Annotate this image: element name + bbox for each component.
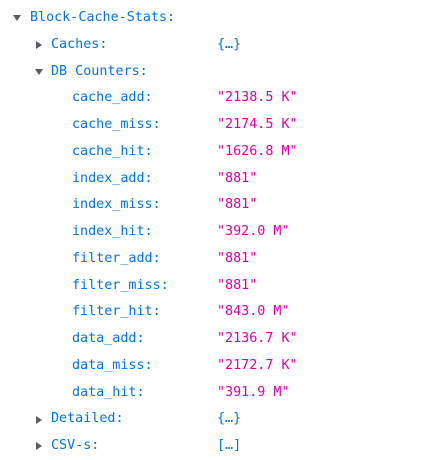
tree-leaf-key: cache_hit: bbox=[72, 143, 153, 159]
tree-leaf-value: "881" bbox=[217, 277, 258, 293]
chevron-right-icon[interactable] bbox=[33, 406, 45, 433]
tree-leaf-key: data_hit: bbox=[72, 384, 145, 400]
tree-node-caches[interactable]: Caches: {…} bbox=[0, 32, 435, 59]
tree-node-key: DB Counters: bbox=[51, 63, 148, 79]
tree-leaf-value: "2136.7 K" bbox=[217, 331, 298, 346]
tree-leaf-cache-miss[interactable]: cache_miss: "2174.5 K" bbox=[0, 112, 435, 139]
chevron-down-icon[interactable] bbox=[11, 5, 23, 32]
tree-leaf-key: index_hit: bbox=[72, 224, 153, 239]
tree-leaf-cache-hit[interactable]: cache_hit: "1626.8 M" bbox=[0, 139, 435, 166]
tree-node-detailed[interactable]: Detailed: {…} bbox=[0, 406, 435, 433]
chevron-right-icon[interactable] bbox=[33, 32, 45, 59]
tree-node-key: CSV-s: bbox=[51, 438, 100, 453]
tree-leaf-filter-miss[interactable]: filter_miss: "881" bbox=[0, 273, 435, 300]
tree-leaf-filter-hit[interactable]: filter_hit: "843.0 M" bbox=[0, 299, 435, 326]
tree-leaf-key: data_miss: bbox=[72, 357, 153, 373]
tree-leaf-value: "843.0 M" bbox=[217, 304, 290, 320]
tree-node-value: {…} bbox=[217, 36, 242, 52]
json-tree-view: Block-Cache-Stats: Caches: {…} DB Counte… bbox=[0, 5, 435, 460]
tree-leaf-value: "2172.7 K" bbox=[217, 357, 298, 373]
tree-leaf-data-hit[interactable]: data_hit: "391.9 M" bbox=[0, 380, 435, 407]
tree-node-value: {…} bbox=[217, 411, 242, 427]
tree-leaf-index-hit[interactable]: index_hit: "392.0 M" bbox=[0, 219, 435, 246]
chevron-right-icon[interactable] bbox=[33, 433, 45, 460]
tree-node-key: Caches: bbox=[51, 36, 108, 52]
chevron-down-icon[interactable] bbox=[33, 59, 45, 86]
tree-node-value: […] bbox=[217, 438, 242, 453]
tree-leaf-cache-add[interactable]: cache_add: "2138.5 K" bbox=[0, 85, 435, 112]
tree-leaf-key: cache_add: bbox=[72, 90, 153, 106]
tree-leaf-value: "1626.8 M" bbox=[217, 143, 298, 159]
tree-leaf-key: data_add: bbox=[72, 331, 145, 346]
tree-node-csv[interactable]: CSV-s: […] bbox=[0, 433, 435, 460]
tree-leaf-value: "391.9 M" bbox=[217, 384, 290, 400]
tree-leaf-data-add[interactable]: data_add: "2136.7 K" bbox=[0, 326, 435, 353]
tree-leaf-key: cache_miss: bbox=[72, 117, 161, 132]
tree-leaf-key: index_add: bbox=[72, 170, 153, 186]
tree-leaf-filter-add[interactable]: filter_add: "881" bbox=[0, 246, 435, 273]
tree-leaf-data-miss[interactable]: data_miss: "2172.7 K" bbox=[0, 353, 435, 380]
tree-node-key: Detailed: bbox=[51, 411, 124, 427]
tree-node-key: Block-Cache-Stats: bbox=[30, 10, 176, 25]
tree-leaf-value: "2174.5 K" bbox=[217, 117, 298, 132]
tree-leaf-key: filter_miss: bbox=[72, 277, 169, 293]
tree-leaf-key: filter_hit: bbox=[72, 304, 161, 320]
tree-leaf-value: "881" bbox=[217, 250, 258, 266]
tree-leaf-index-add[interactable]: index_add: "881" bbox=[0, 166, 435, 193]
tree-node-db-counters[interactable]: DB Counters: bbox=[0, 59, 435, 86]
tree-leaf-value: "881" bbox=[217, 197, 258, 213]
tree-leaf-key: filter_add: bbox=[72, 250, 161, 266]
tree-leaf-key: index_miss: bbox=[72, 197, 161, 213]
tree-leaf-value: "2138.5 K" bbox=[217, 90, 298, 106]
tree-leaf-index-miss[interactable]: index_miss: "881" bbox=[0, 192, 435, 219]
tree-leaf-value: "881" bbox=[217, 170, 258, 186]
tree-node-block-cache-stats[interactable]: Block-Cache-Stats: bbox=[0, 5, 435, 32]
tree-leaf-value: "392.0 M" bbox=[217, 224, 290, 239]
